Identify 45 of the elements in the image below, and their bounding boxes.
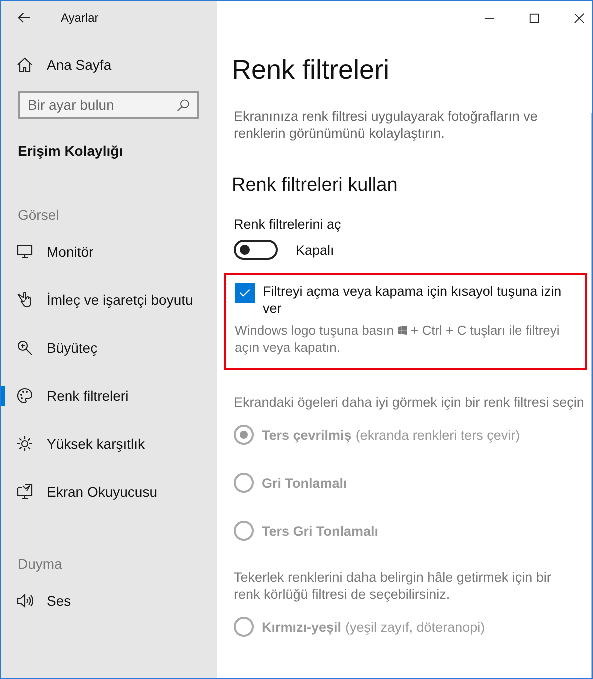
monitor-icon: [17, 244, 33, 260]
toggle-switch[interactable]: [234, 240, 278, 260]
radio-label: Ters Gri Tonlamalı: [262, 524, 379, 538]
windows-logo-icon: [398, 326, 407, 335]
search-field[interactable]: Bir ayar bulun: [18, 91, 199, 119]
toggle-state: Kapalı: [296, 242, 334, 258]
sidebar-item[interactable]: Büyüteç: [47, 340, 98, 356]
group-heading: Görsel: [18, 207, 60, 223]
search-icon: [177, 99, 190, 112]
brightness-icon: [17, 436, 33, 452]
sidebar-item[interactable]: Ses: [47, 593, 72, 609]
magnifier-icon: [17, 340, 33, 356]
back-arrow-icon[interactable]: [18, 12, 31, 24]
section-heading: Renk filtreleri kullan: [232, 175, 399, 197]
shortcut-hint: açın veya kapatın.: [235, 339, 342, 356]
home-link[interactable]: Ana Sayfa: [47, 57, 112, 73]
close-icon[interactable]: [574, 12, 585, 24]
speaker-icon: [17, 593, 33, 609]
radio-label: Gri Tonlamalı: [262, 476, 348, 490]
hand-pointer-icon: [17, 292, 33, 308]
screen-reader-icon: [17, 484, 33, 500]
sidebar-item[interactable]: Renk filtreleri: [47, 388, 129, 404]
radio-hint: (yeşil zayıf, döteranopi): [346, 620, 486, 634]
shortcut-hint: + Ctrl + C tuşları ile filtreyi: [410, 322, 560, 339]
sidebar-item[interactable]: Ekran Okuyucusu: [47, 484, 158, 500]
home-icon: [17, 57, 33, 73]
group-heading: Duyma: [18, 556, 64, 572]
category-heading: Erişim Kolaylığı: [18, 143, 124, 161]
radio-hint: (ekranda renkleri ters çevir): [356, 428, 520, 442]
radio-label: Kırmızı-yeşil: [262, 620, 342, 634]
palette-icon: [17, 388, 33, 404]
sidebar-item[interactable]: İmleç ve işaretçi boyutu: [47, 292, 194, 308]
sidebar-item[interactable]: Yüksek karşıtlık: [47, 436, 146, 452]
window-title: Ayarlar: [61, 11, 99, 25]
checkbox-label: Filtreyi açma veya kapama için kısayol tuşuna izin ver: [263, 283, 563, 317]
colorblind-prompt: Tekerlek renklerini daha belirgin hâle getirmek için bir renk körlüğü filtresi de seçebilirsiniz.: [234, 569, 552, 603]
maximize-icon[interactable]: [529, 12, 540, 24]
toggle-label: Renk filtrelerini aç: [234, 217, 342, 232]
radio-label: Ters çevrilmiş: [262, 428, 352, 442]
sidebar-item[interactable]: Monitör: [47, 244, 94, 260]
shortcut-hint: Windows logo tuşuna basın: [235, 322, 394, 339]
page-title: Renk filtreleri: [232, 55, 391, 86]
filter-prompt: Ekrandaki ögeleri daha iyi görmek için bir renk filtresi seçin: [234, 394, 586, 411]
page-description: Ekranınıza renk filtresi uygulayarak fotoğrafların ve renklerin görünümünü kolaylaştırın.: [234, 108, 539, 142]
checkbox[interactable]: [235, 283, 255, 303]
